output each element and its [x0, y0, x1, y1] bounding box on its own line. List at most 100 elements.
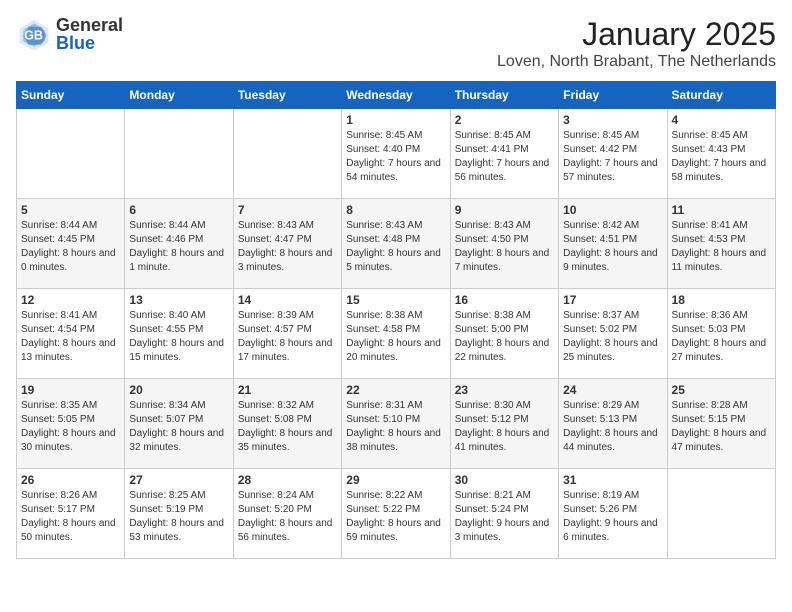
calendar-cell — [233, 109, 341, 199]
cell-info: Sunrise: 8:31 AM Sunset: 5:10 PM Dayligh… — [346, 399, 445, 455]
daylight-text: Daylight: 8 hours and 56 minutes. — [238, 517, 337, 545]
sunset-text: Sunset: 4:46 PM — [129, 233, 228, 247]
cell-info: Sunrise: 8:26 AM Sunset: 5:17 PM Dayligh… — [21, 489, 120, 545]
cell-info: Sunrise: 8:45 AM Sunset: 4:43 PM Dayligh… — [672, 129, 771, 185]
sunrise-text: Sunrise: 8:35 AM — [21, 399, 120, 413]
logo-general-text: General — [56, 16, 123, 34]
calendar-cell: 27 Sunrise: 8:25 AM Sunset: 5:19 PM Dayl… — [125, 469, 233, 559]
daylight-text: Daylight: 8 hours and 15 minutes. — [129, 337, 228, 365]
cell-info: Sunrise: 8:35 AM Sunset: 5:05 PM Dayligh… — [21, 399, 120, 455]
sunset-text: Sunset: 5:26 PM — [563, 503, 662, 517]
sunset-text: Sunset: 4:42 PM — [563, 143, 662, 157]
daylight-text: Daylight: 8 hours and 11 minutes. — [672, 247, 771, 275]
cell-info: Sunrise: 8:45 AM Sunset: 4:40 PM Dayligh… — [346, 129, 445, 185]
cell-info: Sunrise: 8:44 AM Sunset: 4:46 PM Dayligh… — [129, 219, 228, 275]
sunrise-text: Sunrise: 8:40 AM — [129, 309, 228, 323]
sunrise-text: Sunrise: 8:22 AM — [346, 489, 445, 503]
logo: GB General Blue — [16, 16, 123, 52]
sunrise-text: Sunrise: 8:19 AM — [563, 489, 662, 503]
week-row-0: 1 Sunrise: 8:45 AM Sunset: 4:40 PM Dayli… — [17, 109, 776, 199]
logo-text: General Blue — [56, 16, 123, 52]
header-wednesday: Wednesday — [342, 82, 450, 109]
day-number: 16 — [455, 293, 554, 307]
cell-info: Sunrise: 8:45 AM Sunset: 4:42 PM Dayligh… — [563, 129, 662, 185]
cell-info: Sunrise: 8:32 AM Sunset: 5:08 PM Dayligh… — [238, 399, 337, 455]
calendar-cell — [17, 109, 125, 199]
cell-info: Sunrise: 8:43 AM Sunset: 4:47 PM Dayligh… — [238, 219, 337, 275]
daylight-text: Daylight: 9 hours and 6 minutes. — [563, 517, 662, 545]
daylight-text: Daylight: 9 hours and 3 minutes. — [455, 517, 554, 545]
day-number: 15 — [346, 293, 445, 307]
cell-info: Sunrise: 8:45 AM Sunset: 4:41 PM Dayligh… — [455, 129, 554, 185]
sunset-text: Sunset: 4:41 PM — [455, 143, 554, 157]
daylight-text: Daylight: 8 hours and 13 minutes. — [21, 337, 120, 365]
day-number: 28 — [238, 473, 337, 487]
sunrise-text: Sunrise: 8:45 AM — [563, 129, 662, 143]
cell-info: Sunrise: 8:38 AM Sunset: 5:00 PM Dayligh… — [455, 309, 554, 365]
day-number: 29 — [346, 473, 445, 487]
sunset-text: Sunset: 4:51 PM — [563, 233, 662, 247]
calendar-cell: 5 Sunrise: 8:44 AM Sunset: 4:45 PM Dayli… — [17, 199, 125, 289]
day-number: 1 — [346, 113, 445, 127]
sunset-text: Sunset: 4:55 PM — [129, 323, 228, 337]
daylight-text: Daylight: 8 hours and 35 minutes. — [238, 427, 337, 455]
cell-info: Sunrise: 8:24 AM Sunset: 5:20 PM Dayligh… — [238, 489, 337, 545]
cell-info: Sunrise: 8:41 AM Sunset: 4:53 PM Dayligh… — [672, 219, 771, 275]
day-number: 9 — [455, 203, 554, 217]
calendar-cell: 14 Sunrise: 8:39 AM Sunset: 4:57 PM Dayl… — [233, 289, 341, 379]
calendar-cell: 16 Sunrise: 8:38 AM Sunset: 5:00 PM Dayl… — [450, 289, 558, 379]
cell-info: Sunrise: 8:29 AM Sunset: 5:13 PM Dayligh… — [563, 399, 662, 455]
calendar-cell: 22 Sunrise: 8:31 AM Sunset: 5:10 PM Dayl… — [342, 379, 450, 469]
daylight-text: Daylight: 7 hours and 57 minutes. — [563, 157, 662, 185]
sunset-text: Sunset: 5:22 PM — [346, 503, 445, 517]
calendar-cell: 2 Sunrise: 8:45 AM Sunset: 4:41 PM Dayli… — [450, 109, 558, 199]
sunset-text: Sunset: 4:48 PM — [346, 233, 445, 247]
day-number: 30 — [455, 473, 554, 487]
header-sunday: Sunday — [17, 82, 125, 109]
calendar-cell: 8 Sunrise: 8:43 AM Sunset: 4:48 PM Dayli… — [342, 199, 450, 289]
day-number: 3 — [563, 113, 662, 127]
cell-info: Sunrise: 8:43 AM Sunset: 4:50 PM Dayligh… — [455, 219, 554, 275]
sunset-text: Sunset: 5:10 PM — [346, 413, 445, 427]
sunset-text: Sunset: 5:15 PM — [672, 413, 771, 427]
cell-info: Sunrise: 8:34 AM Sunset: 5:07 PM Dayligh… — [129, 399, 228, 455]
day-number: 6 — [129, 203, 228, 217]
sunrise-text: Sunrise: 8:37 AM — [563, 309, 662, 323]
page-header: GB General Blue January 2025 Loven, Nort… — [16, 16, 776, 71]
sunset-text: Sunset: 4:50 PM — [455, 233, 554, 247]
day-number: 7 — [238, 203, 337, 217]
calendar-cell: 29 Sunrise: 8:22 AM Sunset: 5:22 PM Dayl… — [342, 469, 450, 559]
daylight-text: Daylight: 7 hours and 56 minutes. — [455, 157, 554, 185]
cell-info: Sunrise: 8:25 AM Sunset: 5:19 PM Dayligh… — [129, 489, 228, 545]
sunrise-text: Sunrise: 8:31 AM — [346, 399, 445, 413]
daylight-text: Daylight: 8 hours and 50 minutes. — [21, 517, 120, 545]
calendar-table: Sunday Monday Tuesday Wednesday Thursday… — [16, 81, 776, 559]
daylight-text: Daylight: 8 hours and 32 minutes. — [129, 427, 228, 455]
sunrise-text: Sunrise: 8:44 AM — [129, 219, 228, 233]
sunset-text: Sunset: 4:54 PM — [21, 323, 120, 337]
calendar-cell: 12 Sunrise: 8:41 AM Sunset: 4:54 PM Dayl… — [17, 289, 125, 379]
sunrise-text: Sunrise: 8:43 AM — [455, 219, 554, 233]
calendar-cell — [667, 469, 775, 559]
calendar-cell: 9 Sunrise: 8:43 AM Sunset: 4:50 PM Dayli… — [450, 199, 558, 289]
header-friday: Friday — [559, 82, 667, 109]
sunrise-text: Sunrise: 8:25 AM — [129, 489, 228, 503]
sunrise-text: Sunrise: 8:32 AM — [238, 399, 337, 413]
day-number: 10 — [563, 203, 662, 217]
calendar-cell: 3 Sunrise: 8:45 AM Sunset: 4:42 PM Dayli… — [559, 109, 667, 199]
sunrise-text: Sunrise: 8:26 AM — [21, 489, 120, 503]
sunrise-text: Sunrise: 8:45 AM — [672, 129, 771, 143]
header-saturday: Saturday — [667, 82, 775, 109]
cell-info: Sunrise: 8:43 AM Sunset: 4:48 PM Dayligh… — [346, 219, 445, 275]
header-monday: Monday — [125, 82, 233, 109]
day-number: 23 — [455, 383, 554, 397]
sunset-text: Sunset: 5:08 PM — [238, 413, 337, 427]
sunset-text: Sunset: 5:00 PM — [455, 323, 554, 337]
cell-info: Sunrise: 8:22 AM Sunset: 5:22 PM Dayligh… — [346, 489, 445, 545]
svg-text:GB: GB — [24, 28, 43, 42]
daylight-text: Daylight: 8 hours and 7 minutes. — [455, 247, 554, 275]
calendar-body: 1 Sunrise: 8:45 AM Sunset: 4:40 PM Dayli… — [17, 109, 776, 559]
sunrise-text: Sunrise: 8:24 AM — [238, 489, 337, 503]
day-number: 11 — [672, 203, 771, 217]
day-number: 21 — [238, 383, 337, 397]
